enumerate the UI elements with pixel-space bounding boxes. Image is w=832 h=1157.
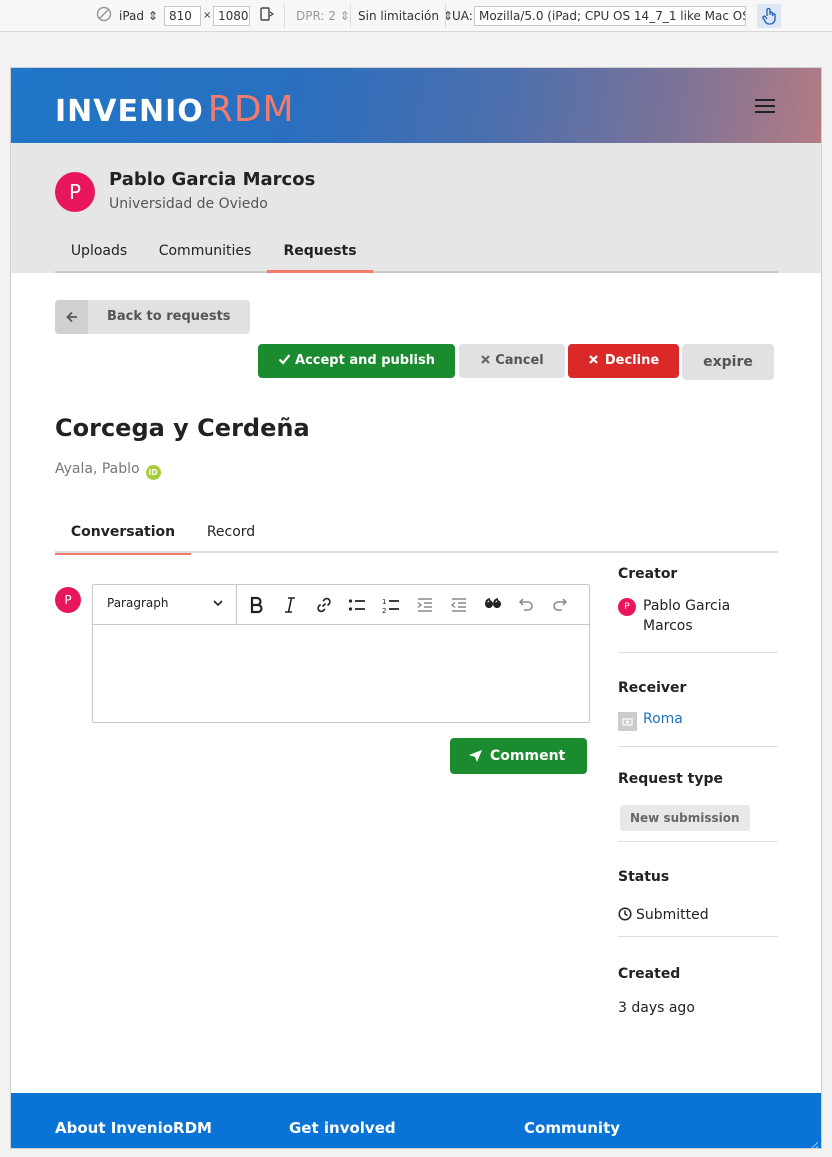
request-type-heading: Request type [618,771,723,787]
created-value: 3 days ago [618,1000,695,1016]
rotate-disabled-icon [96,6,112,26]
link-icon[interactable] [314,595,334,615]
indent-icon[interactable] [415,595,435,615]
svg-text:1: 1 [382,598,386,606]
ua-label: UA: [452,9,473,23]
numbered-list-icon[interactable]: 12 [381,595,401,615]
accept-and-publish-button[interactable]: Accept and publish [258,344,455,378]
close-icon [589,355,598,364]
outdent-icon[interactable] [449,595,469,615]
accept-label: Accept and publish [295,353,435,368]
logo-text-invenio: INVENIO [55,94,204,129]
rotate-icon[interactable] [258,6,275,26]
dpr-select[interactable]: DPR: 2 ⇕ [296,6,350,26]
logo-text-rdm: RDM [207,89,295,130]
tab-conversation[interactable]: Conversation [55,515,191,555]
orcid-icon[interactable]: iD [145,465,161,480]
status-value: Submitted [618,907,709,923]
cancel-label: Cancel [495,353,544,368]
back-to-requests-button[interactable]: Back to requests [55,300,250,334]
status-heading: Status [618,869,670,885]
footer-about-heading: About InvenioRDM [55,1119,212,1137]
avatar: P [55,587,81,613]
avatar: P [618,598,636,616]
user-affiliation: Universidad de Oviedo [109,196,268,212]
redo-icon[interactable] [550,595,570,615]
bullet-list-icon[interactable] [347,595,367,615]
menu-icon[interactable] [755,99,775,113]
throttle-select[interactable]: Sin limitación ⇕ [358,6,453,26]
close-icon [481,355,490,364]
footer-community-heading: Community [524,1119,621,1137]
back-label: Back to requests [107,309,231,324]
comment-editor: Paragraph 12 [92,584,590,723]
check-icon [278,354,291,365]
ua-input[interactable]: Mozilla/5.0 (iPad; CPU OS 14_7_1 like Ma… [474,6,746,26]
tab-record[interactable]: Record [191,515,271,553]
request-type-label: New submission [620,805,750,831]
receiver-heading: Receiver [618,680,687,696]
receiver-section: Receiver [618,653,778,747]
device-select[interactable]: iPad ⇕ [119,6,158,26]
user-name: Pablo Garcia Marcos [109,169,316,190]
undo-icon[interactable] [516,595,536,615]
dashboard-tabs: Uploads Communities Requests [55,233,778,273]
footer-involved-heading: Get involved [289,1119,396,1137]
comment-button[interactable]: Comment [450,738,587,774]
paragraph-label: Paragraph [107,596,169,610]
site-header: INVENIO RDM [11,68,821,143]
site-footer: About InvenioRDM Get involved Community [11,1093,821,1148]
status-text: Submitted [636,907,709,923]
chevron-down-icon [213,600,223,607]
comment-textarea[interactable] [93,625,589,722]
user-header: P Pablo Garcia Marcos Universidad de Ovi… [11,143,821,273]
avatar: P [55,172,95,212]
invenio-logo[interactable]: INVENIO RDM [55,86,295,130]
decline-label: Decline [604,353,660,368]
tab-uploads[interactable]: Uploads [55,233,143,273]
community-logo-icon [618,712,637,731]
page-viewport: INVENIO RDM P Pablo Garcia Marcos Univer… [11,68,821,1148]
expire-button[interactable]: expire [682,344,774,380]
width-input[interactable]: 810 [164,6,201,26]
creator-name: Pablo Garcia Marcos [643,598,731,634]
blockquote-icon[interactable] [483,595,503,615]
record-title: Corcega y Cerdeña [55,414,310,442]
editor-toolbar: Paragraph 12 [93,585,589,625]
comment-label: Comment [490,748,566,764]
cancel-button[interactable]: Cancel [459,344,565,378]
tab-communities[interactable]: Communities [143,233,267,273]
send-icon [469,750,482,762]
devtools-toolbar: iPad ⇕ 810 × 1080 DPR: 2 ⇕ Sin limitació… [0,0,832,32]
decline-button[interactable]: Decline [568,344,679,378]
paragraph-format-select[interactable]: Paragraph [93,585,237,625]
request-tabs: Conversation Record [55,515,778,555]
resize-handle-icon[interactable] [807,1139,819,1148]
tab-requests[interactable]: Requests [267,233,373,273]
record-author: Ayala, Pablo iD [55,461,161,480]
creator-heading: Creator [618,566,678,582]
created-heading: Created [618,966,681,982]
dimension-separator: × [203,10,212,21]
arrow-left-icon [55,300,88,334]
height-input[interactable]: 1080 [213,6,250,26]
bold-icon[interactable] [246,595,266,615]
clock-icon [618,907,632,921]
svg-text:2: 2 [382,607,386,615]
receiver-link[interactable]: Roma [643,711,683,727]
author-name: Ayala, Pablo [55,461,140,477]
italic-icon[interactable] [280,595,300,615]
touch-simulation-icon[interactable] [757,4,781,28]
